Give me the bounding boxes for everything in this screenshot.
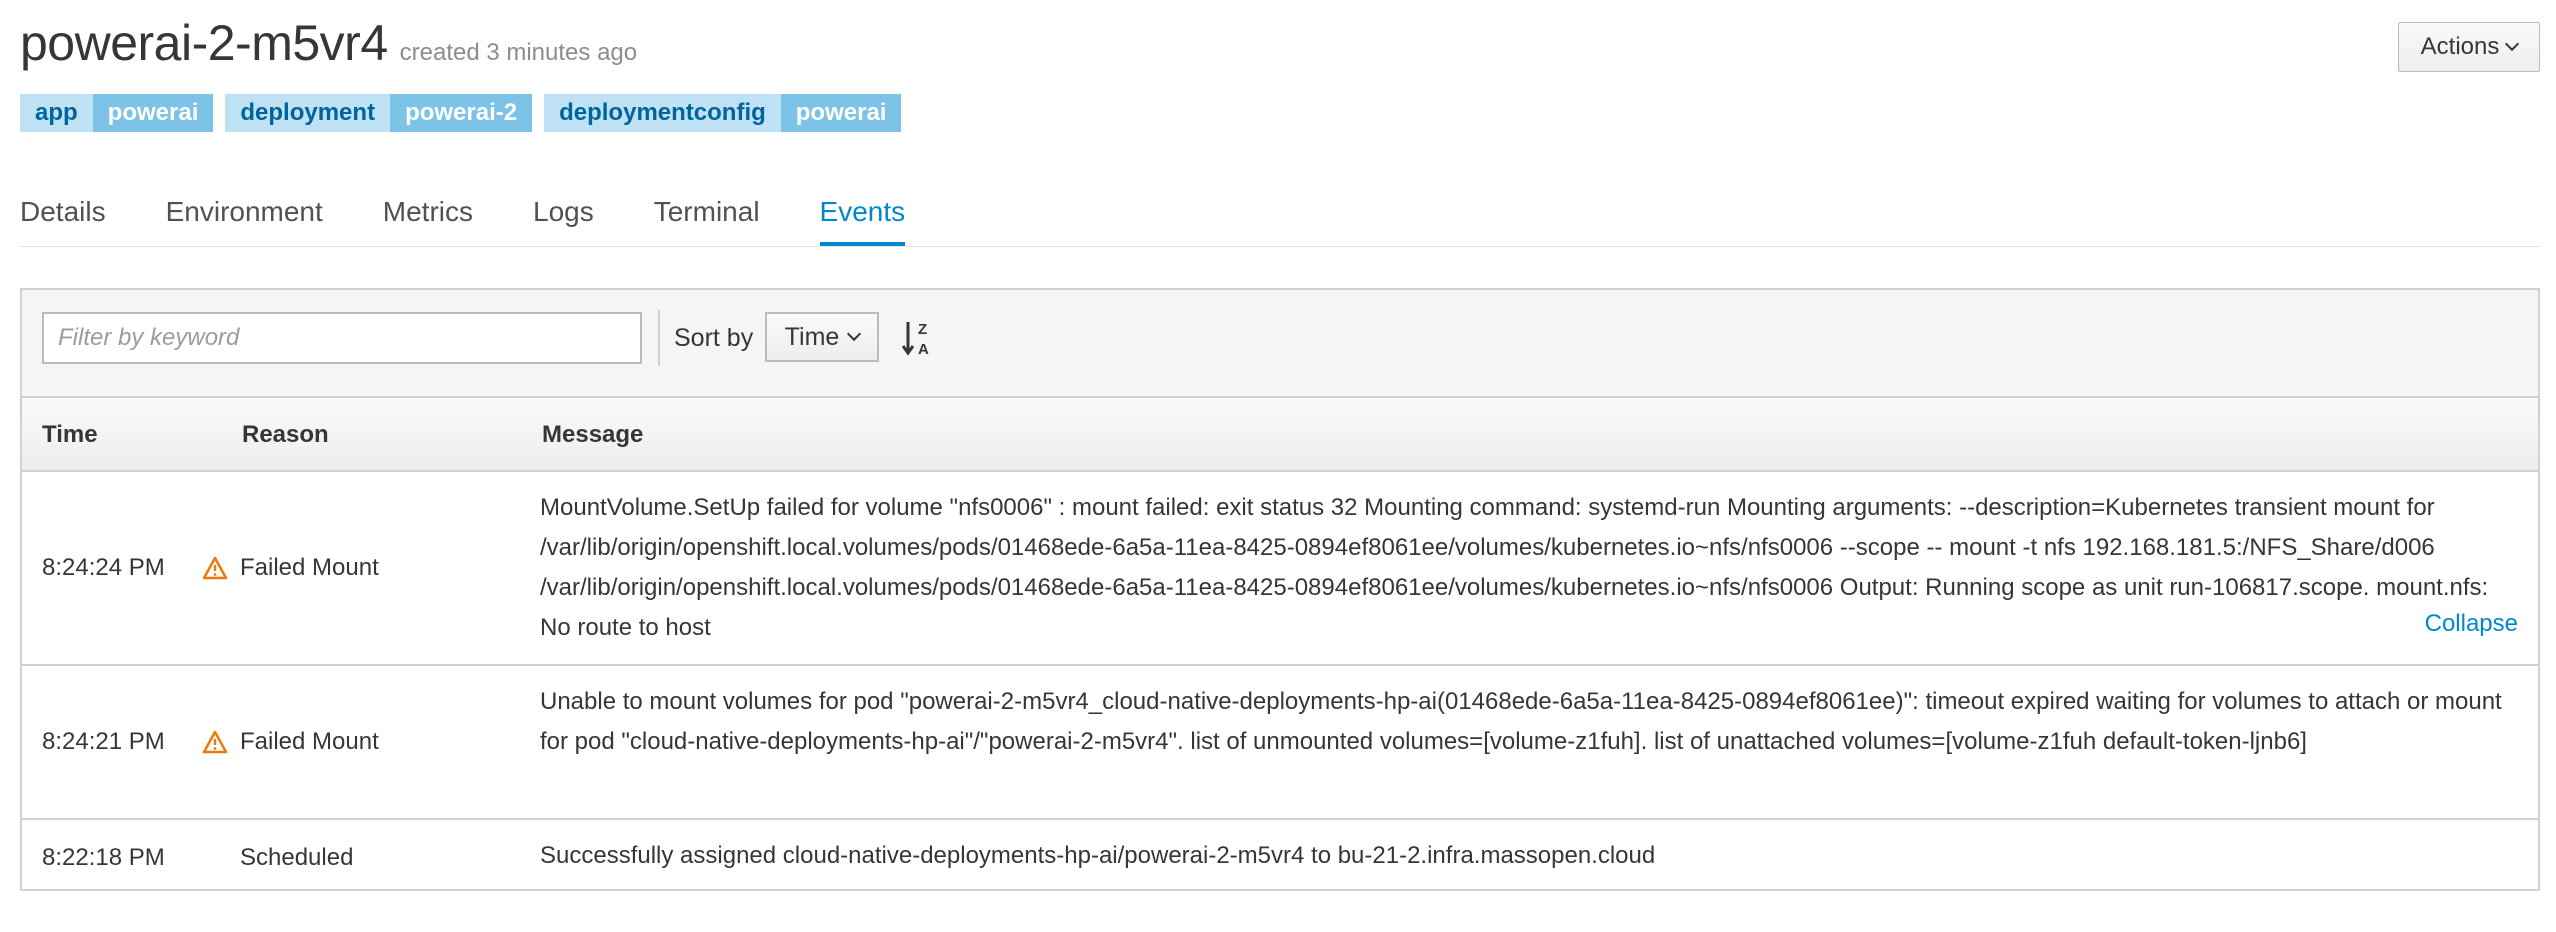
label-value[interactable]: powerai [780, 94, 902, 132]
event-reason-text: Failed Mount [240, 728, 379, 755]
event-time: 8:22:18 PM [42, 844, 165, 871]
table-row: 8:22:18 PM Scheduled Successfully assign… [22, 820, 2538, 892]
svg-text:A: A [918, 341, 929, 358]
table-row: 8:24:21 PM Failed Mount Unable to mount … [22, 666, 2538, 820]
label-key[interactable]: deploymentconfig [544, 94, 781, 132]
sort-field-value: Time [784, 322, 840, 351]
toolbar-divider [658, 310, 660, 366]
event-message: Successfully assigned cloud-native-deplo… [540, 842, 1656, 869]
label-value[interactable]: powerai [92, 94, 214, 132]
event-reason-text: Scheduled [240, 844, 354, 871]
tab-details[interactable]: Details [20, 180, 106, 246]
chevron-down-icon [2505, 36, 2520, 52]
sort-alpha-desc-icon[interactable]: Z A [902, 318, 936, 358]
column-header-reason: Reason [242, 421, 329, 448]
event-time: 8:24:21 PM [42, 728, 165, 755]
page-title: powerai-2-m5vr4 [20, 15, 388, 71]
sort-field-dropdown[interactable]: Time [765, 312, 879, 362]
event-reason: Scheduled [240, 844, 353, 872]
tab-metrics[interactable]: Metrics [383, 180, 473, 246]
column-header-time: Time [42, 421, 98, 448]
tab-environment[interactable]: Environment [166, 180, 323, 246]
event-reason-text: Failed Mount [240, 554, 379, 581]
sort-by-label: Sort by [674, 324, 754, 352]
event-time: 8:24:24 PM [42, 554, 165, 581]
warning-icon [202, 556, 228, 580]
chevron-down-icon [847, 326, 862, 342]
label-key[interactable]: app [20, 94, 93, 132]
collapse-link[interactable]: Collapse [2425, 610, 2518, 638]
label-deployment[interactable]: deployment powerai-2 [225, 94, 533, 132]
event-message: Unable to mount volumes for pod "powerai… [540, 688, 2502, 755]
label-value[interactable]: powerai-2 [390, 94, 533, 132]
actions-label: Actions [2420, 33, 2500, 60]
events-toolbar: Sort by Time Z A [22, 290, 2538, 398]
page-header: powerai-2-m5vr4 created 3 minutes ago [20, 14, 637, 72]
tab-logs[interactable]: Logs [533, 180, 594, 246]
label-key[interactable]: deployment [225, 94, 391, 132]
tab-bar: Details Environment Metrics Logs Termina… [20, 180, 2540, 247]
column-header-message: Message [542, 421, 644, 448]
warning-icon [202, 730, 228, 754]
events-table-header: Time Reason Message [22, 398, 2538, 472]
event-message: MountVolume.SetUp failed for volume "nfs… [540, 494, 2489, 641]
actions-button[interactable]: Actions [2398, 22, 2540, 72]
tab-terminal[interactable]: Terminal [654, 180, 760, 246]
svg-text:Z: Z [918, 321, 927, 338]
label-deploymentconfig[interactable]: deploymentconfig powerai [544, 94, 902, 132]
filter-keyword-input[interactable] [42, 312, 642, 364]
event-reason: Failed Mount [202, 728, 379, 756]
table-row: 8:24:24 PM Failed Mount MountVolume.SetU… [22, 472, 2538, 666]
event-reason: Failed Mount [202, 554, 379, 582]
label-app[interactable]: app powerai [20, 94, 214, 132]
tab-events[interactable]: Events [819, 180, 906, 246]
label-list: app powerai deployment powerai-2 deploym… [20, 94, 902, 132]
created-timestamp: created 3 minutes ago [399, 39, 638, 66]
events-panel: Sort by Time Z A Time Reason Message 8:2… [20, 288, 2540, 891]
